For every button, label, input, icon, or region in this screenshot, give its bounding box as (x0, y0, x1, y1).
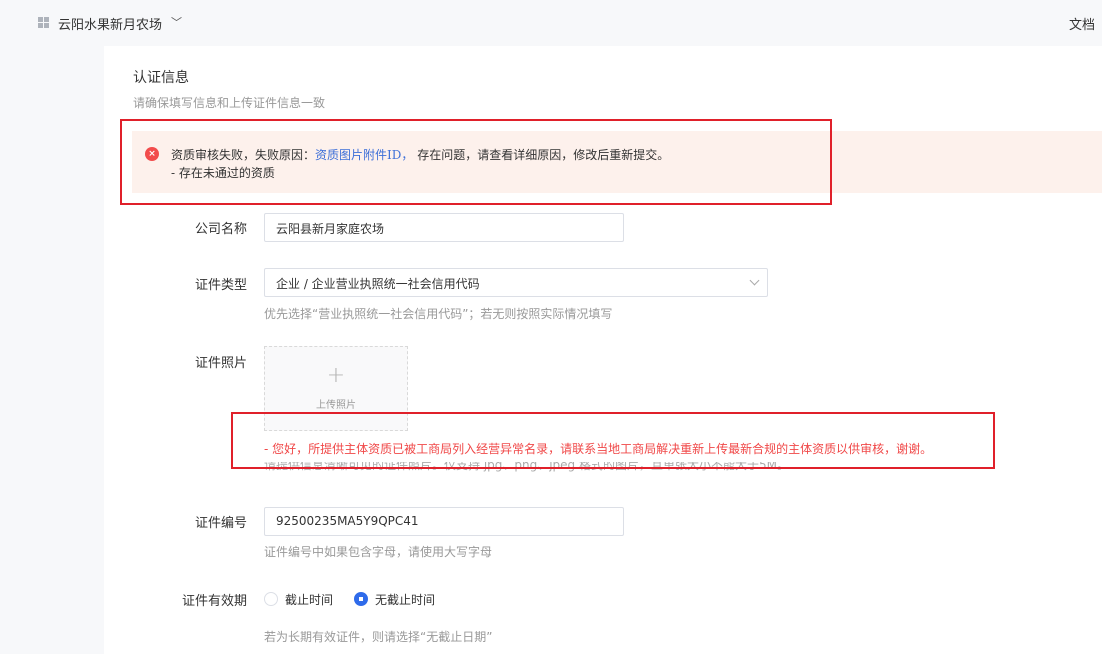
alert-message: 资质审核失败，失败原因：资质图片附件ID， 存在问题，请查看详细原因，修改后重新… (171, 146, 669, 163)
attachment-id-link[interactable]: 资质图片附件ID， (315, 148, 413, 162)
upload-photo-button[interactable]: + 上传照片 (264, 346, 408, 431)
certification-card: 认证信息 请确保填写信息和上传证件信息一致 × 资质审核失败，失败原因：资质图片… (104, 46, 1102, 654)
cert-type-select[interactable]: 企业 / 企业营业执照统一社会信用代码 (264, 268, 768, 297)
cert-photo-label: 证件照片 (195, 356, 248, 371)
cert-type-hint: 优先选择“营业执照统一社会信用代码”；若无则按照实际情况填写 (264, 307, 613, 321)
company-name-label: 公司名称 (195, 222, 248, 237)
photo-hint-text: 请提供信息清晰可见的证件照片。仅支持 jpg、png、jpeg 格式的图片，且单… (264, 462, 789, 472)
validity-hint: 若为长期有效证件，则请选择“无截止日期” (264, 630, 493, 644)
chevron-down-icon (749, 275, 760, 286)
alert-suffix: 存在问题，请查看详细原因，修改后重新提交。 (417, 148, 670, 162)
error-icon: × (145, 147, 159, 161)
cert-number-label: 证件编号 (195, 516, 248, 531)
photo-hint: 请提供信息清晰可见的证件照片。仅支持 jpg、png、jpeg 格式的图片，且单… (264, 462, 789, 472)
company-name-input[interactable]: 云阳县新月家庭农场 (264, 213, 624, 242)
plus-icon: + (326, 363, 346, 388)
upload-label: 上传照片 (316, 400, 356, 411)
radio-checked-icon (354, 592, 368, 606)
top-bar: 云阳水果新月农场 ﹀ 文档 (0, 0, 1102, 46)
radio-no-deadline-label: 无截止时间 (375, 593, 436, 607)
cert-type-label: 证件类型 (195, 278, 248, 293)
review-failed-alert: × 资质审核失败，失败原因：资质图片附件ID， 存在问题，请查看详细原因，修改后… (132, 131, 1102, 193)
chevron-down-icon[interactable]: ﹀ (171, 14, 182, 30)
alert-detail: - 存在未通过的资质 (171, 166, 275, 180)
validity-label: 证件有效期 (182, 594, 248, 609)
radio-circle-icon (264, 592, 278, 606)
store-grid-icon (38, 17, 49, 28)
radio-deadline-label: 截止时间 (285, 593, 334, 607)
photo-error-message: - 您好，所提供主体资质已被工商局列入经营异常名录，请联系当地工商局解决重新上传… (264, 442, 933, 456)
alert-prefix: 资质审核失败，失败原因： (171, 148, 316, 162)
section-title: 认证信息 (133, 70, 189, 86)
section-subtitle: 请确保填写信息和上传证件信息一致 (133, 96, 326, 110)
cert-number-input[interactable]: 92500235MA5Y9QPC41 (264, 507, 624, 536)
cert-number-hint: 证件编号中如果包含字母，请使用大写字母 (264, 545, 493, 559)
docs-link[interactable]: 文档 (1069, 14, 1095, 33)
shop-name[interactable]: 云阳水果新月农场 (58, 14, 162, 33)
cert-type-value: 企业 / 企业营业执照统一社会信用代码 (276, 277, 480, 291)
